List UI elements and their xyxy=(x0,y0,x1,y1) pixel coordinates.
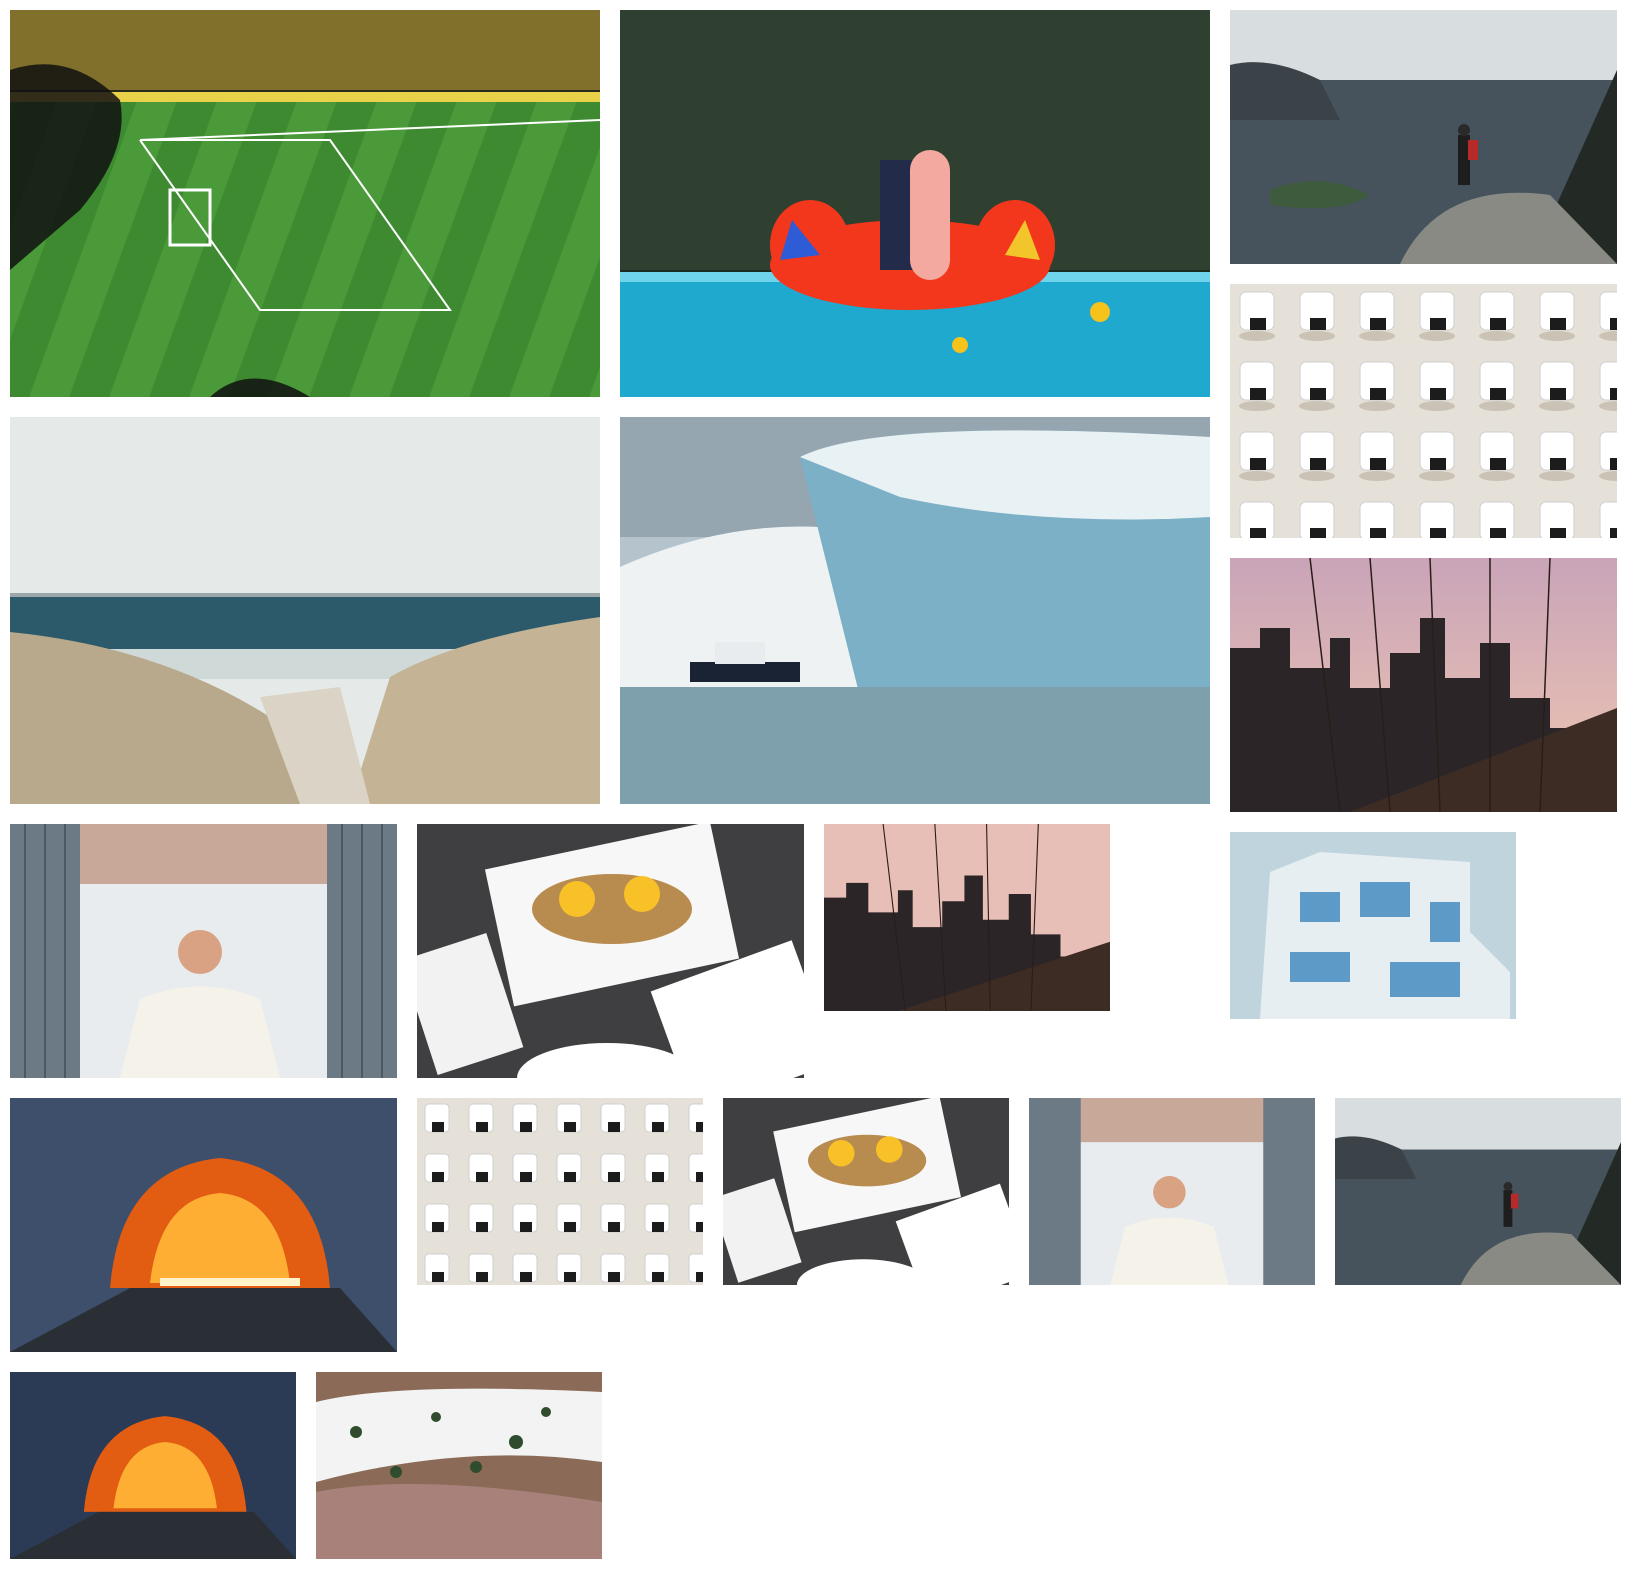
photo-man-in-container[interactable] xyxy=(10,824,397,1078)
photo-blue-tower[interactable] xyxy=(1230,832,1516,1019)
photo-beach-chairs-aerial[interactable] xyxy=(1230,284,1617,538)
photo-tunnel-glow[interactable] xyxy=(10,1098,397,1352)
photo-soccer-stadium[interactable] xyxy=(10,10,600,397)
photo-food-plates[interactable] xyxy=(417,824,804,1078)
photo-pool-flamingo-float[interactable] xyxy=(620,10,1210,397)
photo-city-bridge-sunset[interactable] xyxy=(824,824,1110,1011)
photo-beach-chairs-aerial[interactable] xyxy=(417,1098,703,1285)
photo-snowy-hills[interactable] xyxy=(316,1372,602,1559)
photo-man-in-container[interactable] xyxy=(1029,1098,1315,1285)
photo-fjord-hiker[interactable] xyxy=(1335,1098,1621,1285)
photo-city-bridge-sunset[interactable] xyxy=(1230,558,1617,812)
photo-tunnel-glow[interactable] xyxy=(10,1372,296,1559)
photo-beach-dunes[interactable] xyxy=(10,417,600,804)
photo-iceberg-ship[interactable] xyxy=(620,417,1210,804)
photo-food-plates[interactable] xyxy=(723,1098,1009,1285)
photo-fjord-hiker[interactable] xyxy=(1230,10,1617,264)
